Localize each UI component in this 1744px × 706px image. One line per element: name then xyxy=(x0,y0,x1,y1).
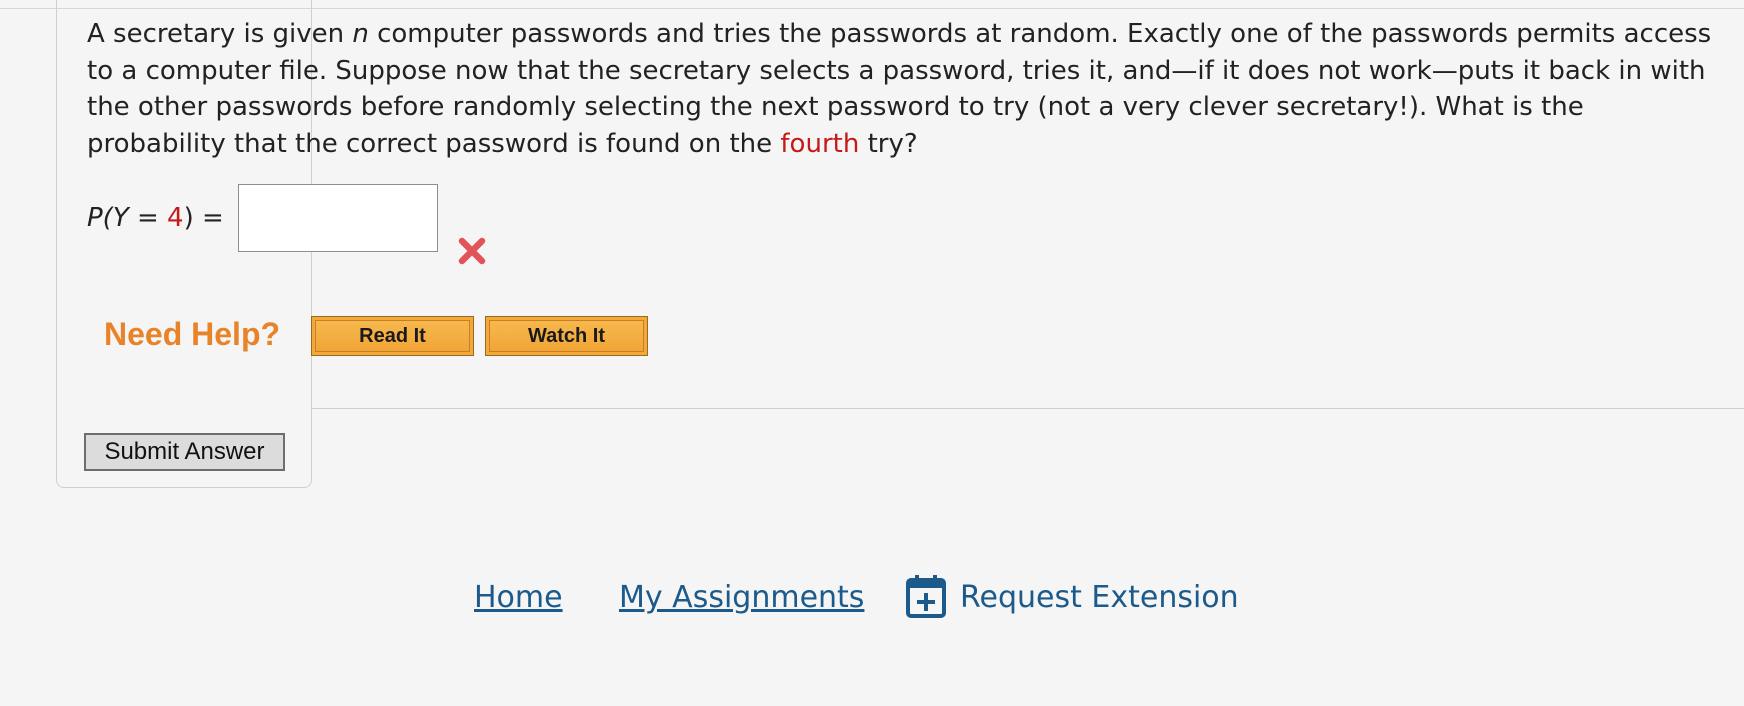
answer-label: P(Y = 4) = xyxy=(87,203,224,233)
calendar-plus-icon xyxy=(906,575,946,618)
variable-n: n xyxy=(352,19,369,49)
panel-divider xyxy=(312,408,1744,409)
question-line-2: to a computer file. Suppose now that the… xyxy=(87,55,1706,86)
question-line-3: the other passwords before randomly sele… xyxy=(87,92,1584,122)
submit-answer-button[interactable]: Submit Answer xyxy=(84,433,285,471)
read-it-label: Read It xyxy=(315,320,470,352)
read-it-button[interactable]: Read It xyxy=(311,316,474,356)
question-line-1: A secretary is given n computer password… xyxy=(87,19,1712,49)
my-assignments-link[interactable]: My Assignments xyxy=(619,580,864,615)
request-extension-label: Request Extension xyxy=(960,580,1239,615)
need-help-label: Need Help? xyxy=(104,316,281,352)
question-line-4: probability that the correct password is… xyxy=(87,128,918,159)
watch-it-label: Watch It xyxy=(489,320,644,352)
answer-input[interactable] xyxy=(238,184,438,252)
x-mark-icon xyxy=(458,237,486,265)
highlight-fourth: fourth xyxy=(780,128,860,159)
home-link[interactable]: Home xyxy=(474,580,563,615)
watch-it-button[interactable]: Watch It xyxy=(485,316,648,356)
question-text: A secretary is given n computer password… xyxy=(87,16,1739,162)
